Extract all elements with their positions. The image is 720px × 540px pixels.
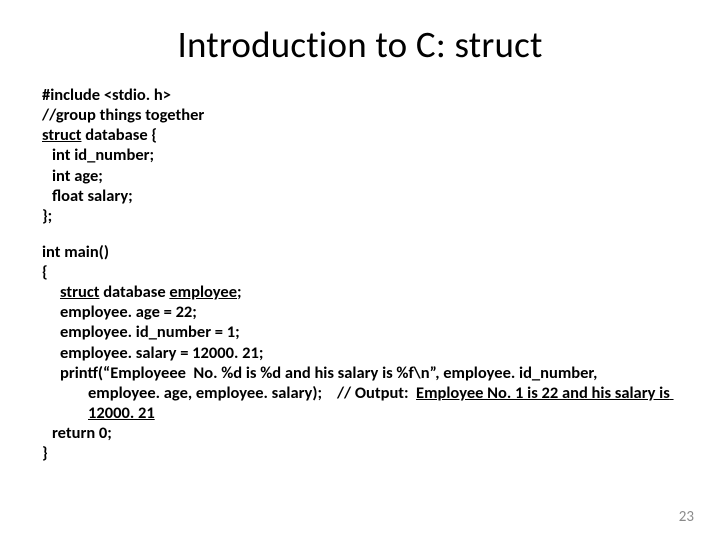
code-text: employee. age, employee. salary); // Out…	[88, 383, 416, 403]
slide: Introduction to C: struct #include <stdi…	[0, 0, 720, 540]
code-line: }	[42, 443, 682, 463]
code-text: ;	[237, 282, 242, 302]
code-line: employee. age = 22;	[42, 302, 682, 322]
code-text: database {	[81, 125, 157, 145]
code-line: };	[42, 206, 682, 226]
code-line: int id_number;	[42, 145, 682, 165]
keyword-struct: struct	[42, 125, 81, 145]
keyword-struct: struct	[60, 282, 99, 302]
code-line: struct database employee;	[42, 282, 682, 302]
code-block-1: #include <stdio. h> //group things toget…	[0, 85, 720, 226]
variable-employee: employee	[169, 282, 237, 302]
code-text: database	[99, 282, 169, 302]
code-line: int main()	[42, 242, 682, 262]
code-line: printf(“Employeee No. %d is %d and his s…	[42, 363, 682, 383]
code-line: {	[42, 262, 682, 282]
slide-title: Introduction to C: struct	[0, 0, 720, 85]
code-line: struct database {	[42, 125, 682, 145]
code-line: #include <stdio. h>	[42, 85, 682, 105]
code-line: employee. id_number = 1;	[42, 322, 682, 342]
spacer	[0, 226, 720, 242]
code-line: return 0;	[42, 423, 682, 443]
code-line: int age;	[42, 166, 682, 186]
code-line: employee. age, employee. salary); // Out…	[42, 383, 682, 423]
code-block-2: int main() { struct database employee; e…	[0, 242, 720, 463]
code-line: //group things together	[42, 105, 682, 125]
code-line: float salary;	[42, 186, 682, 206]
code-line: employee. salary = 12000. 21;	[42, 343, 682, 363]
page-number: 23	[679, 508, 694, 526]
